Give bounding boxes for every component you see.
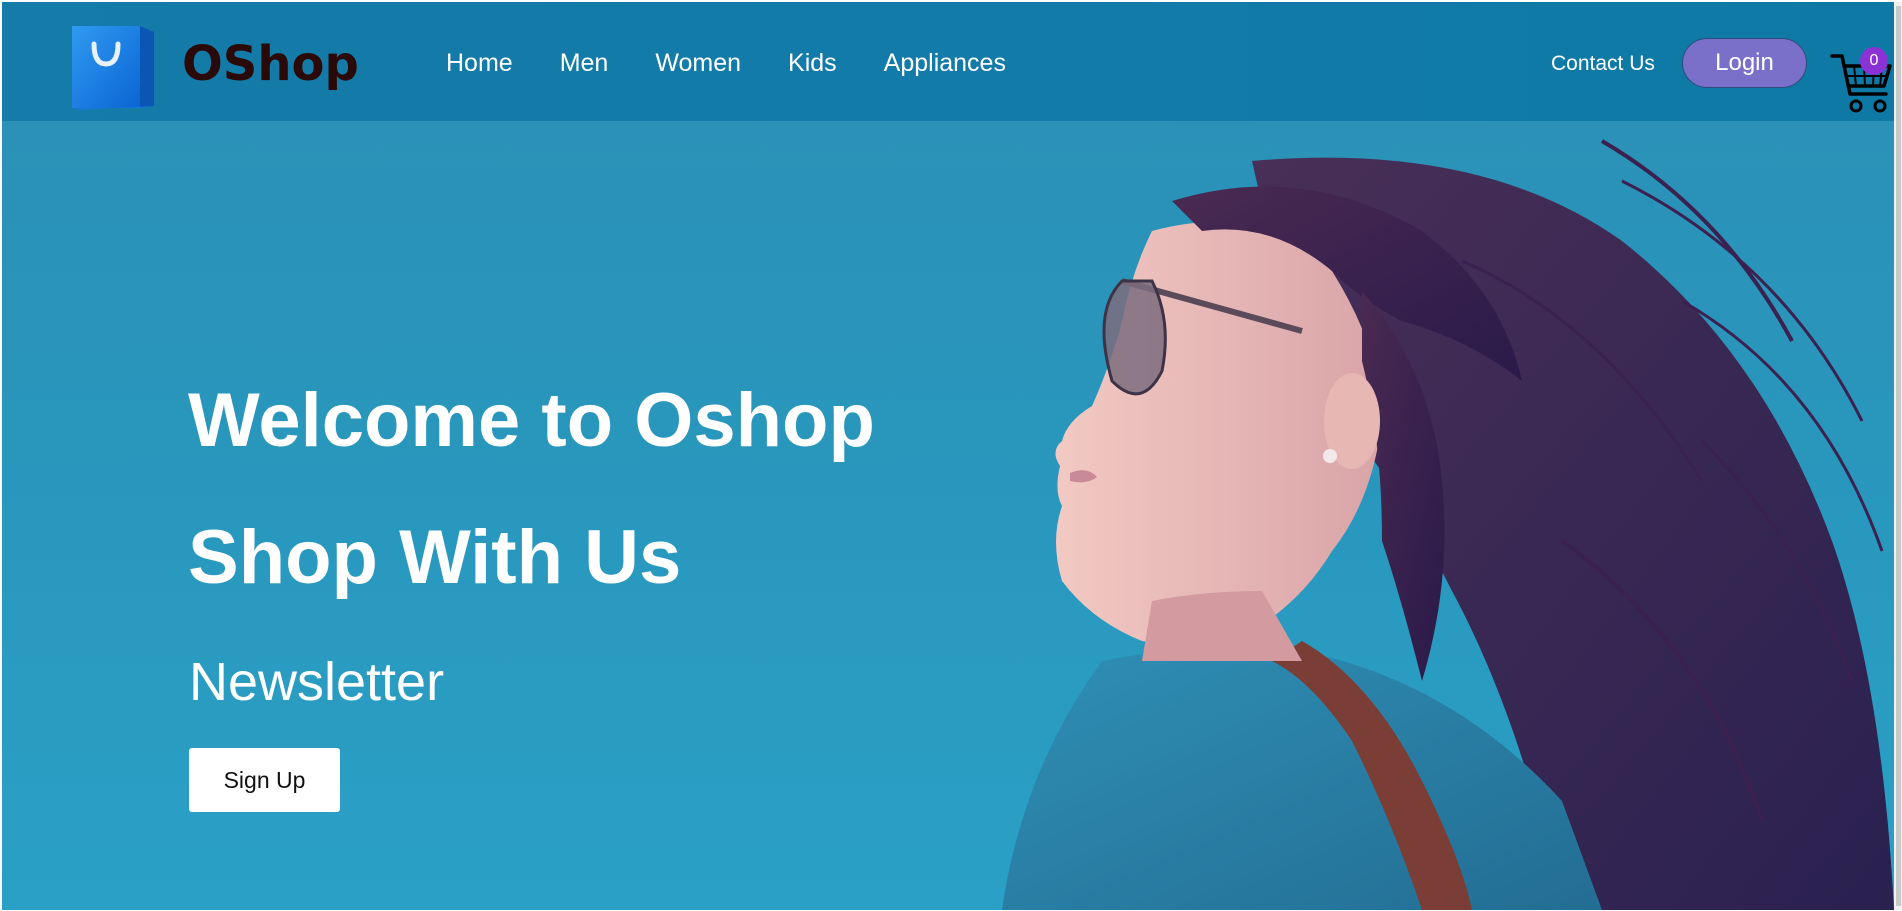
- nav-item-appliances[interactable]: Appliances: [884, 46, 1006, 80]
- login-button[interactable]: Login: [1682, 38, 1807, 88]
- brand-name[interactable]: OShop: [182, 34, 359, 94]
- contact-link[interactable]: Contact Us: [1551, 50, 1655, 78]
- page-frame: OShop Home Men Women Kids Appliances Con…: [2, 2, 1894, 910]
- nav-item-men[interactable]: Men: [560, 46, 609, 80]
- hero-title: Welcome to Oshop: [188, 378, 875, 463]
- site-header: OShop Home Men Women Kids Appliances Con…: [2, 2, 1894, 121]
- nav-item-kids[interactable]: Kids: [788, 46, 837, 80]
- nav-item-women[interactable]: Women: [655, 46, 741, 80]
- newsletter-label: Newsletter: [189, 652, 445, 712]
- scrollbar-thumb[interactable]: [1896, 6, 1901, 906]
- nav-item-home[interactable]: Home: [446, 46, 513, 80]
- signup-button[interactable]: Sign Up: [189, 748, 340, 812]
- main-nav: Home Men Women Kids Appliances: [446, 46, 1053, 80]
- cart-count-badge: 0: [1860, 47, 1888, 75]
- shopping-bag-icon[interactable]: [68, 22, 158, 112]
- hero-tagline: Shop With Us: [188, 515, 682, 600]
- hero-section: Welcome to Oshop Shop With Us Newsletter…: [2, 121, 1894, 910]
